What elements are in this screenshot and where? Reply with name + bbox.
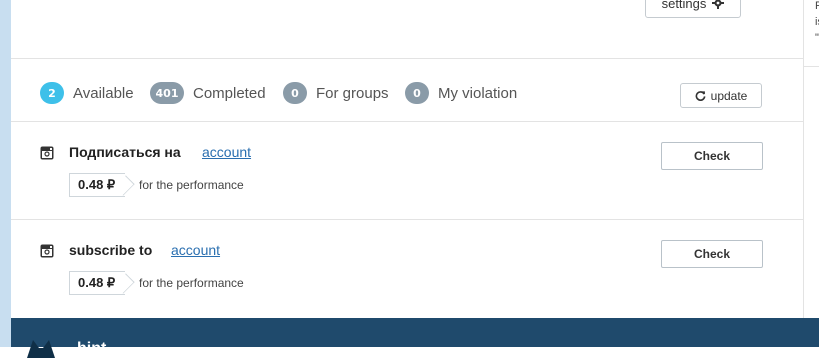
- performance-note: for the performance: [139, 276, 244, 290]
- account-link[interactable]: account: [202, 144, 251, 160]
- tab-available[interactable]: 2 Available: [40, 82, 134, 104]
- right-side-panel: F is ": [804, 0, 819, 67]
- price-tag: 0.48 ₽: [69, 271, 126, 295]
- footer-text: hint: [77, 340, 107, 357]
- price-value: 0.48 ₽: [78, 275, 116, 290]
- tab-for-groups[interactable]: 0 For groups: [283, 82, 389, 104]
- settings-button[interactable]: settings: [645, 0, 741, 18]
- task-row: subscribe to account 0.48 ₽ for the perf…: [11, 220, 803, 318]
- completed-count-badge: 401: [150, 82, 184, 104]
- check-button[interactable]: Check: [661, 240, 763, 268]
- groups-count-badge: 0: [283, 82, 307, 104]
- update-label: update: [710, 88, 748, 103]
- footer-bar: hint: [11, 318, 819, 358]
- tasks-panel: settings 2 Available 401 Completed 0 For…: [11, 0, 804, 318]
- tab-for-groups-label: For groups: [316, 84, 389, 102]
- violation-count-badge: 0: [405, 82, 429, 104]
- refresh-icon: [695, 91, 706, 101]
- tab-my-violation[interactable]: 0 My violation: [405, 82, 517, 104]
- task-title: Подписаться на: [69, 144, 181, 160]
- right-text-line: F: [815, 0, 819, 13]
- tab-completed-label: Completed: [193, 84, 266, 102]
- tab-completed[interactable]: 401 Completed: [150, 82, 266, 104]
- settings-label: settings: [661, 0, 707, 11]
- price-value: 0.48 ₽: [78, 177, 116, 192]
- instagram-icon: [40, 146, 54, 160]
- panel-header: settings: [11, 0, 803, 59]
- left-sidebar-strip: [0, 0, 11, 347]
- cat-logo-icon: [27, 340, 55, 358]
- check-button[interactable]: Check: [661, 142, 763, 170]
- task-title: subscribe to: [69, 242, 153, 258]
- price-tag: 0.48 ₽: [69, 173, 126, 197]
- right-text-line: is: [815, 16, 819, 28]
- tab-available-label: Available: [73, 84, 134, 102]
- update-button[interactable]: update: [680, 83, 762, 108]
- right-text-line: ": [815, 32, 819, 44]
- gear-icon: [712, 0, 725, 9]
- task-tabs: 2 Available 401 Completed 0 For groups 0…: [11, 59, 803, 122]
- available-count-badge: 2: [40, 82, 64, 104]
- task-row: Подписаться на account 0.48 ₽ for the pe…: [11, 122, 803, 220]
- instagram-icon: [40, 244, 54, 258]
- account-link[interactable]: account: [171, 242, 220, 258]
- tab-my-violation-label: My violation: [438, 84, 518, 102]
- performance-note: for the performance: [139, 178, 244, 192]
